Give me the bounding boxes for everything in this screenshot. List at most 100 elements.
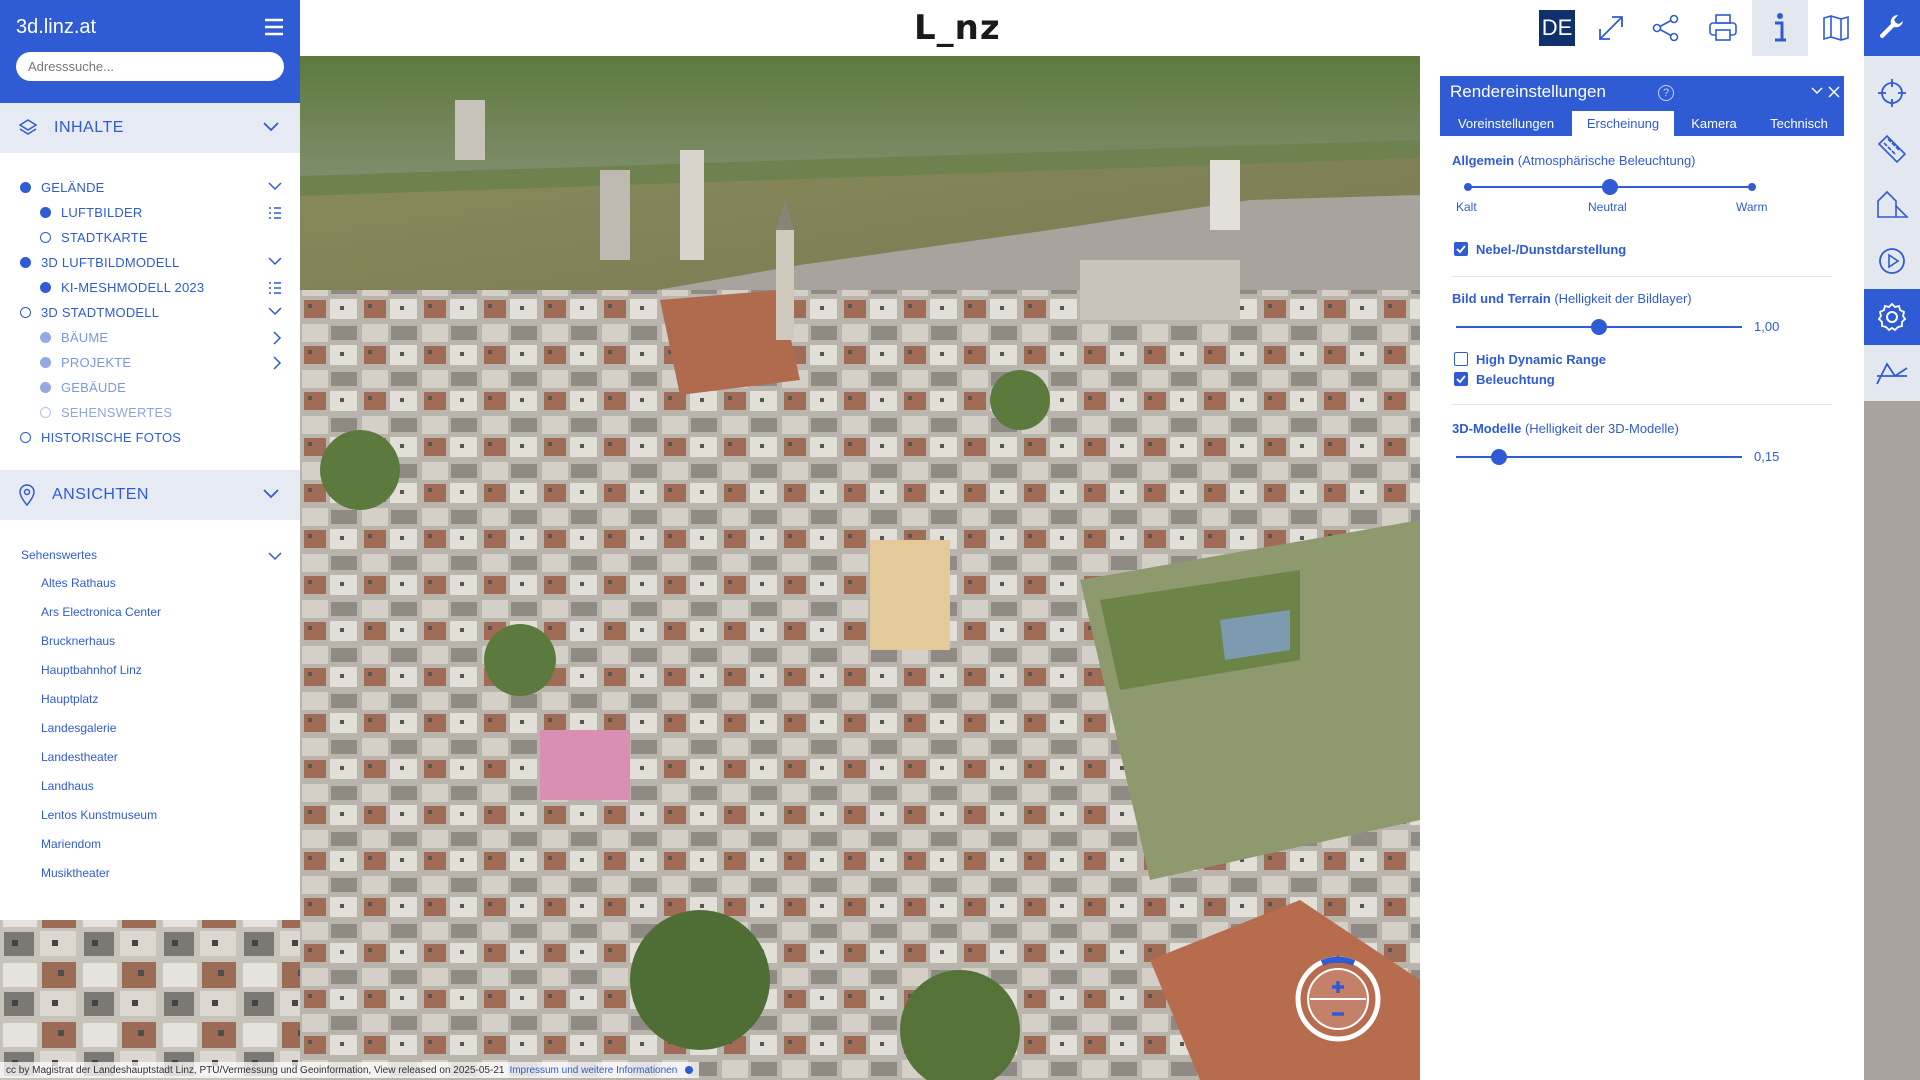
section-bild-terrain: Bild und Terrain (Helligkeit der Bildlay… bbox=[1452, 291, 1692, 306]
model-brightness-knob[interactable] bbox=[1490, 449, 1507, 465]
view-item[interactable]: Mariendom bbox=[0, 829, 300, 858]
tab-erscheinung[interactable]: Erscheinung bbox=[1572, 111, 1674, 136]
slider-stop-warm[interactable] bbox=[1748, 183, 1756, 191]
view-item[interactable]: Ars Electronica Center bbox=[0, 597, 300, 626]
locate-button[interactable] bbox=[1864, 65, 1920, 121]
chevron-down-icon[interactable] bbox=[262, 121, 280, 133]
shadow-button[interactable] bbox=[1864, 177, 1920, 233]
chevron-down-icon[interactable] bbox=[268, 306, 282, 316]
section-inhalte[interactable]: INHALTE bbox=[0, 103, 300, 153]
fog-checkbox[interactable] bbox=[1454, 242, 1468, 256]
layer-toggle[interactable] bbox=[20, 307, 31, 318]
lighting-label: Beleuchtung bbox=[1476, 372, 1555, 387]
layer-sehenswertes[interactable]: SEHENSWERTES bbox=[0, 400, 300, 425]
slider-stop-kalt[interactable] bbox=[1464, 183, 1472, 191]
layer-options-icon[interactable] bbox=[268, 206, 282, 220]
chevron-down-icon[interactable] bbox=[268, 256, 282, 266]
address-search-input[interactable] bbox=[16, 52, 284, 81]
language-button[interactable]: DE bbox=[1539, 10, 1575, 46]
lighting-checkbox[interactable] bbox=[1454, 372, 1468, 386]
divider bbox=[1452, 404, 1832, 405]
checkmark-icon bbox=[1456, 375, 1466, 384]
section-title: 3D-Modelle bbox=[1452, 421, 1522, 436]
layer-toggle[interactable] bbox=[40, 232, 51, 243]
terrain-profile-button[interactable] bbox=[1864, 345, 1920, 401]
layer-3d-stadtmodell[interactable]: 3D STADTMODELL bbox=[0, 300, 300, 325]
view-group-sehenswertes[interactable]: Sehenswertes bbox=[0, 542, 300, 568]
layer-toggle[interactable] bbox=[20, 182, 31, 193]
view-item[interactable]: Altes Rathaus bbox=[0, 568, 300, 597]
layer-toggle[interactable] bbox=[20, 257, 31, 268]
render-settings-button[interactable] bbox=[1864, 289, 1920, 345]
layer-baeume[interactable]: BÄUME bbox=[0, 325, 300, 350]
terrain-brightness-knob[interactable] bbox=[1591, 319, 1607, 335]
render-settings-panel: Rendereinstellungen ? Voreinstellungen E… bbox=[1420, 56, 1864, 1080]
collapse-icon[interactable] bbox=[1810, 86, 1824, 96]
tab-kamera[interactable]: Kamera bbox=[1674, 111, 1754, 136]
fullscreen-button[interactable] bbox=[1583, 0, 1639, 56]
terrain-brightness-value: 1,00 bbox=[1754, 319, 1780, 334]
chevron-right-icon[interactable] bbox=[272, 331, 282, 345]
tab-voreinstellungen[interactable]: Voreinstellungen bbox=[1440, 111, 1572, 136]
view-item[interactable]: Landhaus bbox=[0, 771, 300, 800]
layer-label: HISTORISCHE FOTOS bbox=[41, 430, 182, 445]
layer-ki-meshmodell[interactable]: KI-MESHMODELL 2023 bbox=[0, 275, 300, 300]
model-brightness-value: 0,15 bbox=[1754, 449, 1780, 464]
layer-historische-fotos[interactable]: HISTORISCHE FOTOS bbox=[0, 425, 300, 450]
close-icon[interactable] bbox=[1828, 86, 1840, 98]
app-title[interactable]: 3d.linz.at bbox=[16, 16, 284, 39]
layer-toggle[interactable] bbox=[40, 207, 51, 218]
hamburger-menu-icon[interactable] bbox=[263, 16, 285, 38]
share-icon bbox=[1652, 14, 1679, 42]
option-warm: Warm bbox=[1736, 200, 1768, 214]
layer-toggle[interactable] bbox=[40, 357, 51, 368]
view-item[interactable]: Brucknerhaus bbox=[0, 626, 300, 655]
layer-toggle[interactable] bbox=[40, 382, 51, 393]
layer-toggle[interactable] bbox=[40, 407, 51, 418]
chevron-down-icon[interactable] bbox=[268, 551, 282, 561]
city-logo[interactable]: L_nz bbox=[914, 8, 1001, 48]
flight-button[interactable] bbox=[1864, 233, 1920, 289]
section-title: Allgemein bbox=[1452, 153, 1515, 168]
imprint-link[interactable]: Impressum und weitere Informationen bbox=[509, 1065, 677, 1076]
tools-button[interactable] bbox=[1864, 0, 1920, 56]
layer-toggle[interactable] bbox=[40, 282, 51, 293]
view-item[interactable]: Hauptplatz bbox=[0, 684, 300, 713]
profile-icon bbox=[1876, 362, 1908, 385]
layer-label: STADTKARTE bbox=[61, 230, 148, 245]
view-item[interactable]: Landestheater bbox=[0, 742, 300, 771]
chevron-down-icon[interactable] bbox=[262, 488, 280, 500]
layer-gelaende[interactable]: GELÄNDE bbox=[0, 175, 300, 200]
section-ansichten[interactable]: ANSICHTEN bbox=[0, 470, 300, 520]
layer-options-icon[interactable] bbox=[268, 281, 282, 295]
layer-stadtkarte[interactable]: STADTKARTE bbox=[0, 225, 300, 250]
view-item[interactable]: Landesgalerie bbox=[0, 713, 300, 742]
layer-label: SEHENSWERTES bbox=[61, 405, 173, 420]
view-item[interactable]: Hauptbahnhof Linz bbox=[0, 655, 300, 684]
hdr-checkbox[interactable] bbox=[1454, 352, 1468, 366]
tab-technisch[interactable]: Technisch bbox=[1754, 111, 1844, 136]
zoom-control[interactable] bbox=[1292, 953, 1384, 1045]
section-subtitle: (Helligkeit der Bildlayer) bbox=[1554, 291, 1692, 306]
layer-projekte[interactable]: PROJEKTE bbox=[0, 350, 300, 375]
layer-3d-luftbildmodell[interactable]: 3D LUFTBILDMODELL bbox=[0, 250, 300, 275]
section-3d-modelle: 3D-Modelle (Helligkeit der 3D-Modelle) bbox=[1452, 421, 1679, 436]
layer-toggle[interactable] bbox=[20, 432, 31, 443]
view-item[interactable]: Lentos Kunstmuseum bbox=[0, 800, 300, 829]
layer-luftbilder[interactable]: LUFTBILDER bbox=[0, 200, 300, 225]
layer-toggle[interactable] bbox=[40, 332, 51, 343]
chevron-right-icon[interactable] bbox=[272, 356, 282, 370]
share-button[interactable] bbox=[1638, 0, 1694, 56]
atmosphere-slider-knob[interactable] bbox=[1602, 179, 1618, 195]
layer-gebaeude[interactable]: GEBÄUDE bbox=[0, 375, 300, 400]
info-button[interactable] bbox=[1752, 0, 1808, 56]
settings-icon bbox=[1877, 302, 1907, 332]
map-legend-button[interactable] bbox=[1808, 0, 1864, 56]
hdr-label: High Dynamic Range bbox=[1476, 352, 1607, 367]
measure-button[interactable] bbox=[1864, 121, 1920, 177]
print-button[interactable] bbox=[1695, 0, 1751, 56]
wrench-icon bbox=[1879, 14, 1903, 39]
chevron-down-icon[interactable] bbox=[268, 181, 282, 191]
help-icon[interactable]: ? bbox=[1658, 85, 1674, 101]
view-item[interactable]: Musiktheater bbox=[0, 858, 300, 887]
